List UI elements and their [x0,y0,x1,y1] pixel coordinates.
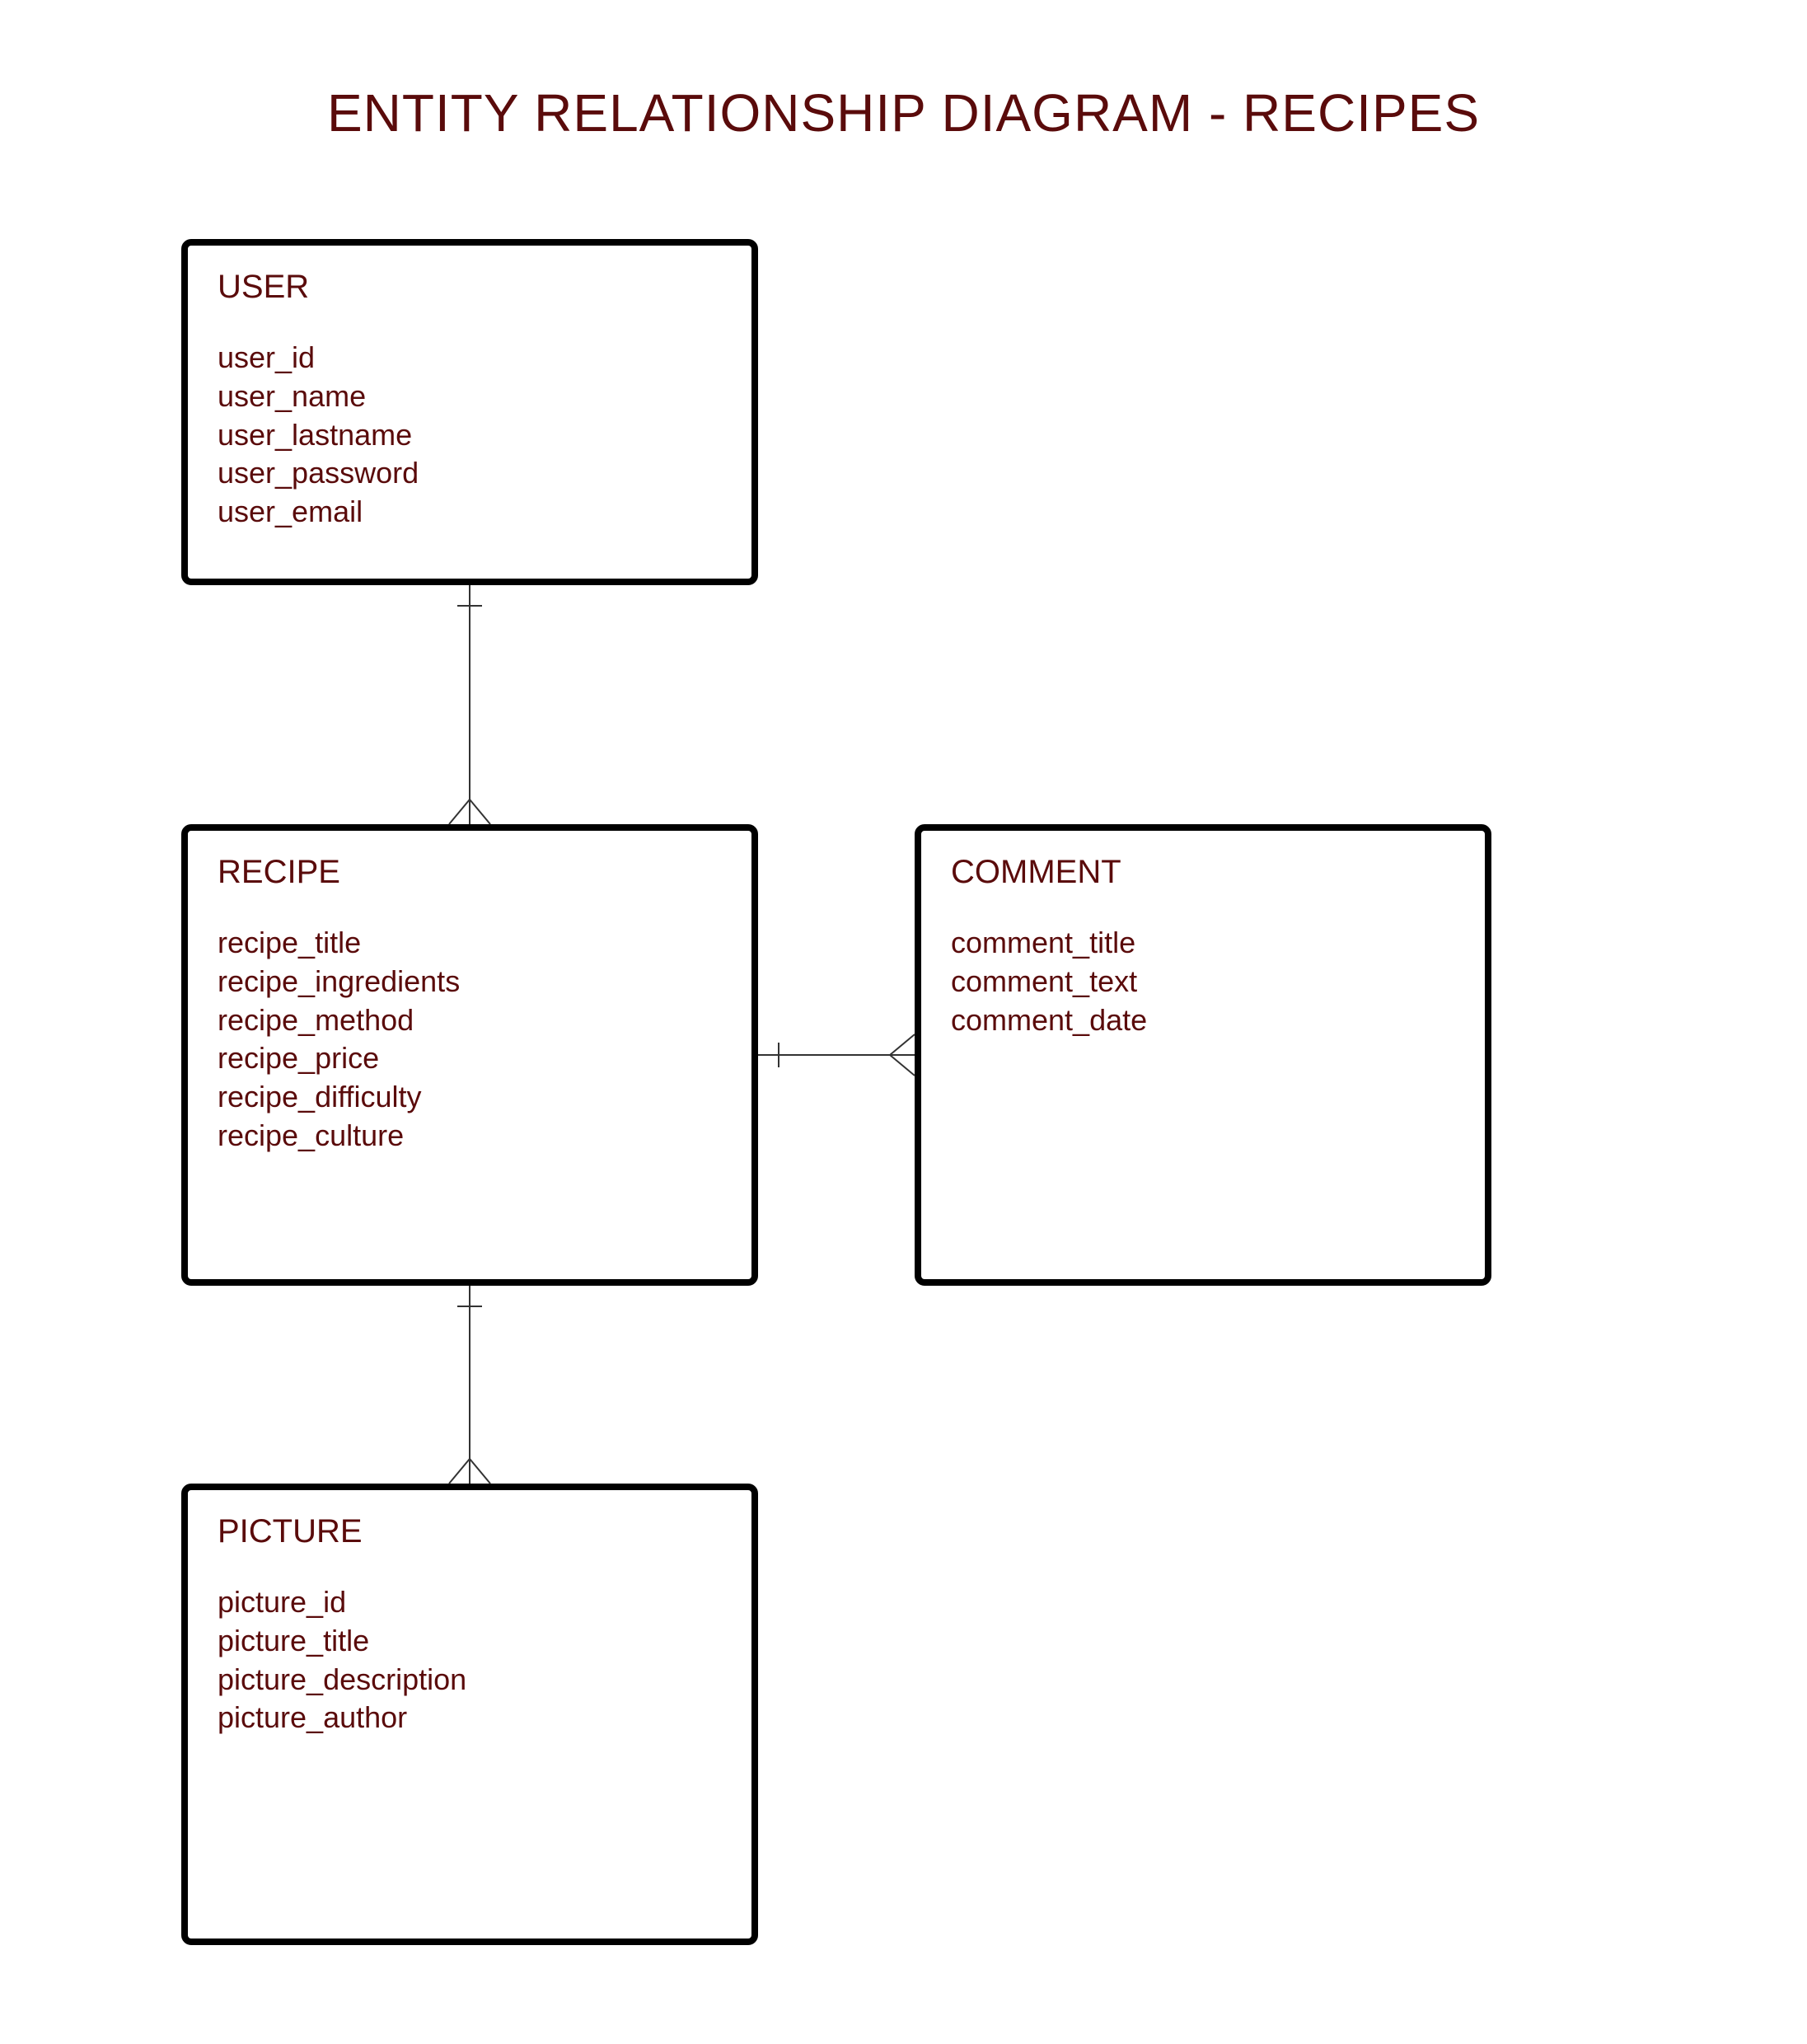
entity-picture: PICTURE picture_id picture_title picture… [181,1484,758,1945]
er-diagram-canvas: ENTITY RELATIONSHIP DIAGRAM - RECIPES US… [0,0,1807,2044]
rel-recipe-picture-many [449,1459,490,1484]
rel-recipe-comment-many [890,1034,915,1076]
entity-recipe-name: RECIPE [218,854,722,891]
entity-comment-attr: comment_date [951,1001,1455,1040]
entity-picture-attr: picture_author [218,1699,722,1737]
rel-user-recipe-many [449,799,490,824]
entity-recipe-attr: recipe_title [218,924,722,963]
entity-comment-attr: comment_text [951,963,1455,1001]
entity-user-name: USER [218,269,722,306]
entity-comment-attr: comment_title [951,924,1455,963]
entity-recipe-attr: recipe_price [218,1039,722,1078]
entity-user-attr: user_email [218,493,722,532]
entity-user-attr: user_id [218,339,722,377]
entity-picture-attr: picture_id [218,1583,722,1622]
entity-picture-attr: picture_title [218,1622,722,1661]
entity-comment: COMMENT comment_title comment_text comme… [915,824,1491,1286]
entity-recipe: RECIPE recipe_title recipe_ingredients r… [181,824,758,1286]
entity-recipe-attr: recipe_method [218,1001,722,1040]
entity-user: USER user_id user_name user_lastname use… [181,239,758,585]
entity-recipe-attr: recipe_difficulty [218,1078,722,1117]
entity-picture-attr: picture_description [218,1661,722,1699]
diagram-title: ENTITY RELATIONSHIP DIAGRAM - RECIPES [0,82,1807,143]
entity-user-attr: user_password [218,454,722,493]
entity-user-attr: user_lastname [218,416,722,455]
entity-user-attr: user_name [218,377,722,416]
entity-picture-name: PICTURE [218,1513,722,1550]
entity-recipe-attr: recipe_culture [218,1117,722,1156]
entity-recipe-attr: recipe_ingredients [218,963,722,1001]
entity-comment-name: COMMENT [951,854,1455,891]
